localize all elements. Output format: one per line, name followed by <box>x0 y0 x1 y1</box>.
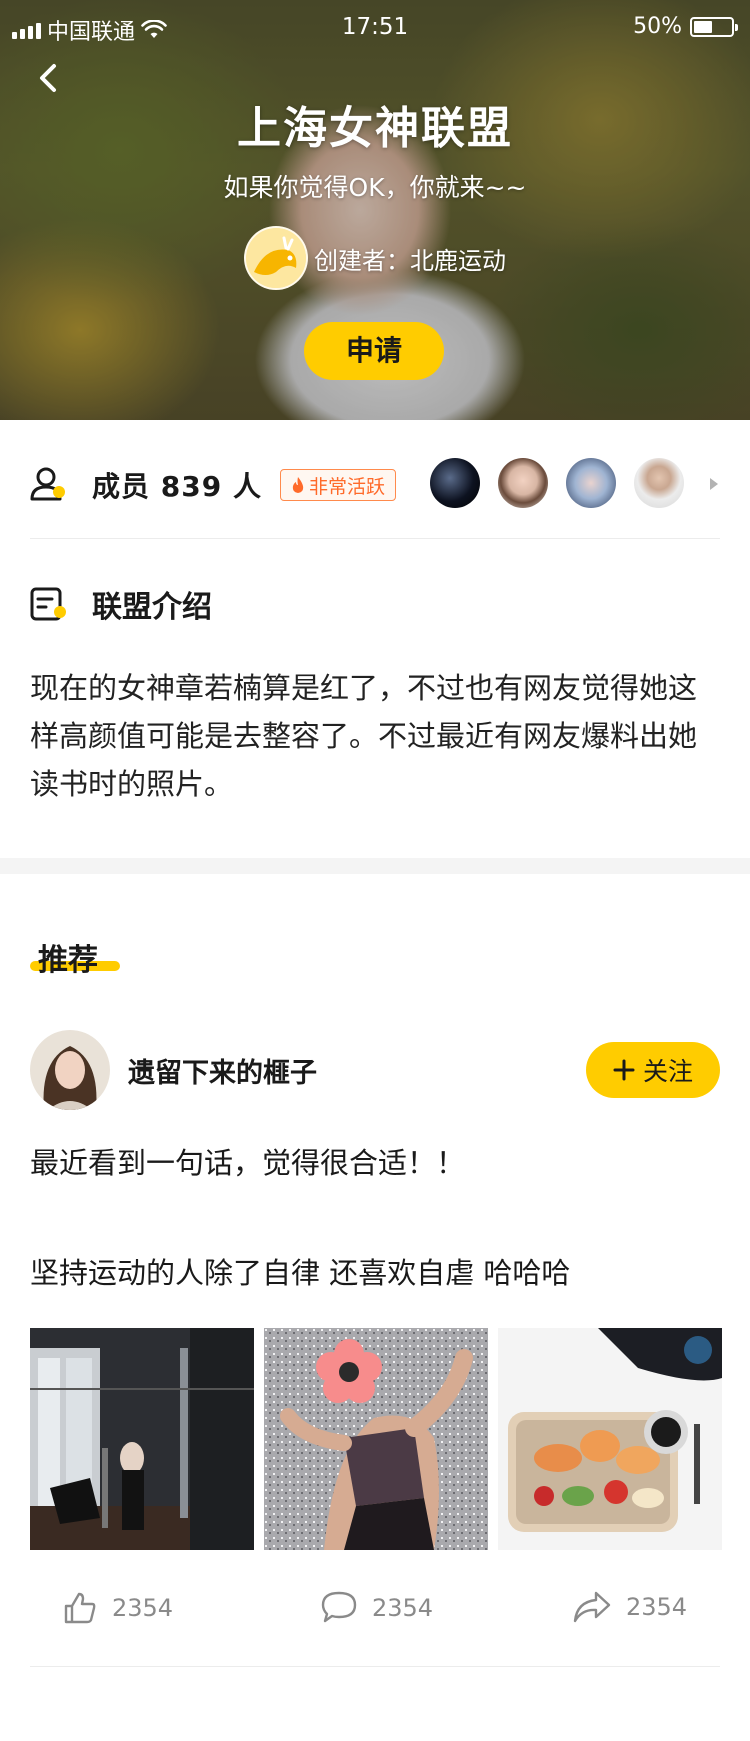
members-icon <box>30 467 65 501</box>
group-header-banner: 中国联通 17:51 50% 上海女神联盟 如果你觉得OK，你就来~~ 创建者：… <box>0 0 750 420</box>
post-author-avatar[interactable] <box>30 1030 110 1110</box>
creator-avatar[interactable] <box>244 226 308 290</box>
member-avatar[interactable] <box>430 458 480 508</box>
group-slogan: 如果你觉得OK，你就来~~ <box>223 173 527 202</box>
member-count: 成员 839 人 <box>92 470 262 503</box>
follow-button[interactable]: 关注 <box>586 1042 720 1098</box>
divider <box>30 538 720 539</box>
intro-title: 联盟介绍 <box>92 590 212 625</box>
creator-info[interactable]: 创建者：北鹿运动 <box>0 226 750 290</box>
comment-action[interactable]: 2354 <box>320 1590 433 1626</box>
divider <box>30 1666 720 1667</box>
member-avatar[interactable] <box>498 458 548 508</box>
intro-text: 现在的女神章若楠算是红了，不过也有网友觉得她这样高颜值可能是去整容了。不过最近有… <box>30 671 698 801</box>
members-row[interactable]: 成员 839 人 非常活跃 <box>30 440 720 530</box>
status-bar: 中国联通 17:51 50% <box>0 0 750 54</box>
post-action-bar: 2354 2354 2354 <box>0 1590 750 1650</box>
share-action[interactable]: 2354 <box>572 1590 687 1624</box>
section-separator <box>0 858 750 874</box>
recommend-title: 推荐 <box>38 943 98 978</box>
like-count: 2354 <box>112 1594 174 1622</box>
post-image-gym[interactable] <box>30 1328 254 1550</box>
post-image-grid <box>30 1328 722 1550</box>
like-action[interactable]: 2354 <box>62 1590 173 1626</box>
battery-percent: 50% <box>633 14 682 39</box>
share-icon <box>573 1591 611 1623</box>
member-avatar[interactable] <box>566 458 616 508</box>
follow-label: 关注 <box>642 1058 693 1086</box>
fire-icon <box>292 477 304 493</box>
battery-icon <box>690 16 738 37</box>
post-image-workout[interactable] <box>264 1328 488 1550</box>
intro-icon <box>30 587 66 621</box>
post-image-meal[interactable] <box>498 1328 722 1550</box>
comment-count: 2354 <box>372 1594 434 1622</box>
creator-label: 创建者：北鹿运动 <box>314 246 506 275</box>
post-text: 最近看到一句话，觉得很合适！！ <box>30 1146 466 1180</box>
activity-tag: 非常活跃 <box>279 469 396 501</box>
intro-header: 联盟介绍 <box>30 582 212 626</box>
more-arrow-icon[interactable] <box>710 478 718 490</box>
post-text: 坚持运动的人除了自律 还喜欢自虐 哈哈哈 <box>30 1256 571 1290</box>
like-icon <box>64 1592 96 1624</box>
post-author-name[interactable]: 遗留下来的榧子 <box>128 1051 317 1090</box>
share-count: 2354 <box>626 1593 688 1621</box>
comment-icon <box>321 1591 357 1623</box>
plus-icon <box>613 1059 635 1081</box>
activity-tag-label: 非常活跃 <box>308 475 385 498</box>
member-avatar-list[interactable] <box>430 458 684 508</box>
member-avatar[interactable] <box>634 458 684 508</box>
group-title: 上海女神联盟 <box>237 103 513 154</box>
apply-button[interactable]: 申请 <box>304 322 444 380</box>
post-author-row: 遗留下来的榧子 关注 <box>30 1030 720 1110</box>
